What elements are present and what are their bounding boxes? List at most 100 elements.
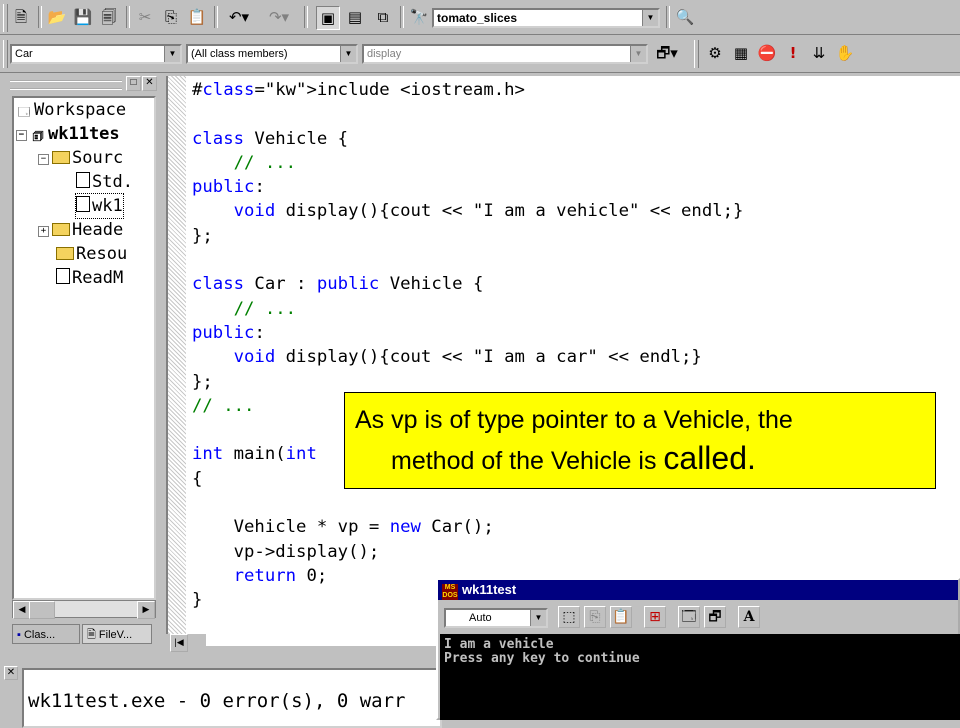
tree-item-workspace[interactable]: 🗔 Workspace bbox=[16, 98, 126, 122]
folder-icon bbox=[56, 247, 74, 260]
console-window[interactable]: MS DOS wk11test Auto ▼ ⬚ ⎘ 📋 ⊞ 🗔 🗗 A I am … bbox=[436, 578, 960, 720]
workspace-toggle-icon[interactable]: ▣ bbox=[316, 6, 340, 30]
code-line[interactable]: public: bbox=[192, 321, 743, 345]
compile-icon[interactable]: ⚙ bbox=[704, 42, 726, 64]
close-icon[interactable]: ✕ bbox=[142, 76, 157, 91]
build-icon[interactable]: ▦ bbox=[730, 42, 752, 64]
code-line[interactable]: void display(){cout << "I am a car" << e… bbox=[192, 345, 743, 369]
maximize-icon[interactable]: □ bbox=[126, 76, 141, 91]
close-icon[interactable]: ✕ bbox=[4, 666, 18, 680]
wizard-action-icon[interactable]: 🗗▾ bbox=[650, 42, 684, 64]
tree-item-resource-files[interactable]: Resou bbox=[56, 242, 127, 266]
tree-item-wk11[interactable]: wk1 bbox=[75, 193, 124, 219]
tab-file-view[interactable]: 🗎 FileV... bbox=[82, 624, 152, 644]
msdos-icon[interactable]: MS DOS bbox=[442, 584, 458, 600]
console-title: wk11test bbox=[462, 582, 517, 597]
open-folder-icon[interactable]: 📂 bbox=[46, 6, 68, 28]
execute-icon[interactable]: ! bbox=[782, 42, 804, 64]
code-line[interactable]: }; bbox=[192, 224, 743, 248]
font-size-combo[interactable]: Auto ▼ bbox=[444, 608, 548, 628]
filter-combo-value: (All class members) bbox=[191, 48, 288, 60]
toolbar-grip[interactable] bbox=[694, 40, 699, 68]
console-screen[interactable]: I am a vehicle Press any key to continue bbox=[440, 634, 960, 720]
cut-icon[interactable]: ✂ bbox=[134, 6, 156, 28]
source-file-icon bbox=[76, 172, 90, 188]
code-line[interactable]: }; bbox=[192, 370, 743, 394]
code-line[interactable]: public: bbox=[192, 175, 743, 199]
editor-gutter[interactable] bbox=[168, 76, 186, 646]
expand-icon[interactable]: + bbox=[38, 226, 49, 237]
chevron-down-icon[interactable]: ▼ bbox=[164, 46, 180, 62]
chevron-down-icon[interactable]: ▼ bbox=[630, 46, 646, 62]
code-line[interactable]: Vehicle * vp = new Car(); bbox=[192, 515, 743, 539]
paste-icon[interactable]: 📋 bbox=[186, 6, 208, 28]
toolbar-grip[interactable] bbox=[3, 4, 8, 32]
tree-item-project[interactable]: − 🗊 wk11tes bbox=[16, 122, 120, 146]
copy-icon[interactable]: ⎘ bbox=[584, 606, 606, 628]
find-combo[interactable]: tomato_slices ▼ bbox=[432, 8, 660, 28]
toolbar-separator bbox=[214, 6, 218, 28]
build-output[interactable]: wk11test.exe - 0 error(s), 0 warr bbox=[22, 668, 442, 728]
mark-icon[interactable]: ⬚ bbox=[558, 606, 580, 628]
code-line[interactable]: vp->display(); bbox=[192, 540, 743, 564]
member-combo[interactable]: display ▼ bbox=[362, 44, 648, 64]
code-line[interactable] bbox=[192, 491, 743, 515]
member-combo-value: display bbox=[367, 48, 402, 60]
properties-icon[interactable]: 🗔 bbox=[678, 606, 700, 628]
window-list-icon[interactable]: ⧉ bbox=[372, 6, 394, 28]
paste-icon[interactable]: 📋 bbox=[610, 606, 632, 628]
redo-icon[interactable]: ↷▾ bbox=[262, 6, 296, 28]
toolbar-grip[interactable] bbox=[3, 40, 8, 68]
chevron-down-icon[interactable]: ▼ bbox=[340, 46, 356, 62]
save-all-icon[interactable]: 🗐 bbox=[98, 6, 120, 28]
tab-class-view[interactable]: ▪ Clas... bbox=[12, 624, 80, 644]
background-icon[interactable]: 🗗 bbox=[704, 606, 726, 628]
scroll-right-icon[interactable]: ▶ bbox=[137, 601, 155, 619]
tree-item-source-files[interactable]: − Sourc bbox=[38, 146, 123, 170]
workspace-title-bar[interactable]: □ ✕ bbox=[8, 76, 158, 92]
stop-build-icon[interactable]: ⛔ bbox=[756, 42, 778, 64]
search-icon[interactable]: 🔍 bbox=[674, 6, 696, 28]
go-icon[interactable]: ⇊ bbox=[808, 42, 830, 64]
toolbar-separator bbox=[666, 6, 670, 28]
tree-item-stdafx[interactable]: Std. bbox=[76, 170, 133, 194]
save-icon[interactable]: 💾 bbox=[72, 6, 94, 28]
output-toggle-icon[interactable]: ▤ bbox=[344, 6, 366, 28]
code-text[interactable]: #class="kw">include <iostream.h> class V… bbox=[192, 78, 743, 613]
fullscreen-icon[interactable]: ⊞ bbox=[644, 606, 666, 628]
code-line[interactable]: // ... bbox=[192, 151, 743, 175]
hand-icon[interactable]: ✋ bbox=[834, 42, 856, 64]
filter-combo[interactable]: (All class members) ▼ bbox=[186, 44, 358, 64]
folder-icon bbox=[52, 223, 70, 236]
workspace-horizontal-scrollbar[interactable]: ◀ ▶ bbox=[12, 600, 156, 619]
copy-icon[interactable]: ⎘ bbox=[160, 6, 182, 28]
console-title-bar[interactable]: MS DOS wk11test bbox=[438, 580, 958, 600]
dock-grip[interactable] bbox=[10, 80, 122, 90]
tree-item-readme[interactable]: ReadM bbox=[56, 266, 123, 290]
find-in-files-icon[interactable]: 🔭 bbox=[408, 6, 430, 28]
chevron-down-icon[interactable]: ▼ bbox=[642, 10, 658, 26]
tree-item-header-files[interactable]: + Heade bbox=[38, 218, 123, 242]
chevron-down-icon[interactable]: ▼ bbox=[530, 610, 546, 626]
code-line[interactable]: void display(){cout << "I am a vehicle" … bbox=[192, 199, 744, 223]
code-line[interactable]: #class="kw">include <iostream.h> bbox=[192, 78, 743, 102]
collapse-icon[interactable]: − bbox=[38, 154, 49, 165]
undo-icon[interactable]: ↶▾ bbox=[222, 6, 256, 28]
font-size-value: Auto bbox=[469, 612, 492, 624]
class-combo[interactable]: Car ▼ bbox=[10, 44, 182, 64]
collapse-icon[interactable]: − bbox=[16, 130, 27, 141]
callout-line-2: method of the Vehicle is called. bbox=[391, 440, 756, 476]
font-icon[interactable]: A bbox=[738, 606, 760, 628]
new-file-icon[interactable]: 🗎 bbox=[10, 6, 32, 28]
code-editor[interactable]: #class="kw">include <iostream.h> class V… bbox=[166, 76, 960, 646]
code-line[interactable] bbox=[192, 248, 743, 272]
code-line[interactable] bbox=[192, 102, 743, 126]
scroll-thumb[interactable] bbox=[29, 601, 55, 619]
code-line[interactable]: // ... bbox=[192, 297, 743, 321]
editor-horizontal-scrollbar[interactable]: |◀ bbox=[166, 634, 206, 652]
code-line[interactable]: class Vehicle { bbox=[192, 127, 743, 151]
scroll-left-icon[interactable]: |◀ bbox=[170, 634, 188, 652]
code-line[interactable]: class Car : public Vehicle { bbox=[192, 272, 743, 296]
annotation-callout: As vp is of type pointer to a Vehicle, t… bbox=[344, 392, 936, 489]
class-combo-value: Car bbox=[15, 48, 33, 60]
